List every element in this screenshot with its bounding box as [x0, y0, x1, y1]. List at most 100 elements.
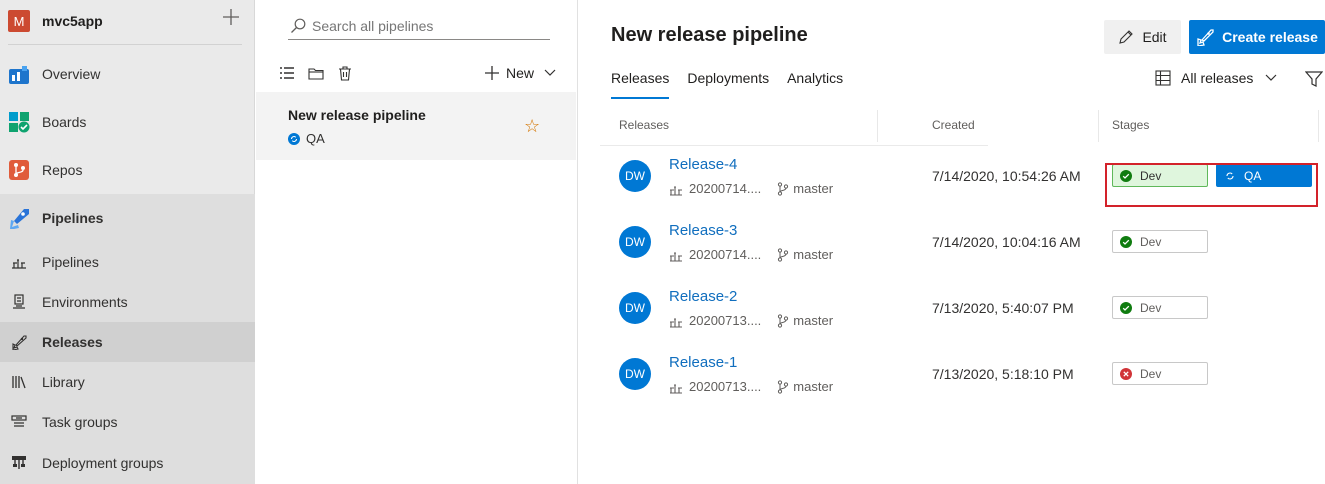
column-header-stages: Stages: [1112, 118, 1150, 132]
stage-badge-dev[interactable]: Dev: [1112, 296, 1208, 319]
nav-item-environments[interactable]: Environments: [0, 282, 255, 322]
nav-label: Deployment groups: [42, 455, 164, 471]
nav-item-task-groups[interactable]: Task groups: [0, 402, 255, 442]
branch-name: master: [793, 379, 834, 394]
nav-item-releases[interactable]: Releases: [0, 322, 255, 362]
list-view-icon[interactable]: [278, 64, 296, 82]
project-name[interactable]: mvc5app: [42, 13, 103, 29]
release-link[interactable]: Release-1: [669, 354, 737, 371]
nav-label: Repos: [42, 162, 83, 178]
filter-icon[interactable]: [1304, 70, 1324, 91]
highlight-box: [1105, 163, 1318, 207]
create-release-button-label: Create release: [1222, 29, 1318, 45]
branch-name: master: [793, 313, 834, 328]
table-row[interactable]: DW Release-2 20200713.... master 7/13/20…: [578, 280, 1325, 346]
release-link[interactable]: Release-2: [669, 288, 737, 305]
search-box[interactable]: [288, 12, 550, 40]
tab-bar: Releases Deployments Analytics: [611, 70, 843, 100]
nav-item-library[interactable]: Library: [0, 362, 255, 402]
branch-info: master: [777, 379, 833, 394]
edit-button-label: Edit: [1142, 29, 1167, 45]
pencil-icon: [1119, 30, 1134, 44]
nav-label: Boards: [42, 114, 87, 130]
stage-name: Dev: [1140, 234, 1162, 249]
tab-analytics[interactable]: Analytics: [787, 70, 843, 100]
nav-item-pipelines[interactable]: Pipelines: [0, 242, 255, 282]
project-header[interactable]: M mvc5app: [0, 0, 255, 44]
nav-item-repos[interactable]: Repos: [0, 150, 255, 190]
stage-badge-dev[interactable]: Dev: [1112, 362, 1208, 385]
stage-badge-dev[interactable]: Dev: [1112, 230, 1208, 253]
nav-item-boards[interactable]: Boards: [0, 102, 255, 142]
nav-label: Overview: [42, 66, 101, 82]
build-icon: [670, 317, 682, 328]
pipeline-name[interactable]: New release pipeline: [288, 107, 426, 123]
release-meta: 20200714.... master: [669, 247, 833, 262]
branch-name: master: [793, 181, 834, 196]
pipeline-stage-name: QA: [306, 131, 325, 146]
tab-deployments[interactable]: Deployments: [687, 70, 769, 100]
column-header-created: Created: [932, 118, 975, 132]
build-icon: [670, 251, 682, 262]
rocket-icon: [1197, 29, 1214, 46]
release-link[interactable]: Release-4: [669, 156, 737, 173]
created-date: 7/13/2020, 5:40:07 PM: [932, 300, 1074, 316]
plus-icon: [485, 66, 499, 80]
new-button[interactable]: New: [484, 62, 556, 84]
divider: [600, 145, 988, 146]
branch-info: master: [777, 181, 833, 196]
plus-icon[interactable]: [220, 8, 242, 30]
nav-label: Releases: [42, 334, 103, 350]
branch-info: master: [777, 313, 833, 328]
nav-item-pipelines-section[interactable]: Pipelines: [0, 194, 255, 242]
branch-icon: [778, 247, 789, 262]
chevron-down-icon: [1265, 74, 1277, 81]
create-release-button[interactable]: Create release: [1189, 20, 1325, 54]
avatar: DW: [619, 358, 651, 390]
release-meta: 20200714.... master: [669, 181, 833, 196]
left-navigation: M mvc5app Overview Boards Repos Pipeline…: [0, 0, 255, 484]
table-row[interactable]: DW Release-3 20200714.... master 7/14/20…: [578, 214, 1325, 280]
folder-icon[interactable]: [307, 64, 325, 82]
created-date: 7/14/2020, 10:04:16 AM: [932, 234, 1081, 250]
nav-label: Pipelines: [42, 210, 104, 226]
table-row[interactable]: DW Release-1 20200713.... master 7/13/20…: [578, 346, 1325, 412]
task-groups-icon: [10, 413, 28, 431]
build-icon: [670, 383, 682, 394]
build-number: 20200714....: [689, 247, 762, 262]
tab-releases[interactable]: Releases: [611, 70, 670, 100]
release-meta: 20200713.... master: [669, 313, 833, 328]
branch-icon: [778, 313, 789, 328]
star-icon[interactable]: ☆: [524, 116, 540, 137]
pipelines-list-panel: New New release pipeline QA ☆: [256, 0, 578, 484]
nav-item-deployment-groups[interactable]: Deployment groups: [0, 442, 255, 484]
failed-icon: [1120, 367, 1132, 380]
trash-icon[interactable]: [336, 64, 354, 82]
avatar: DW: [619, 160, 651, 192]
page-title: New release pipeline: [611, 24, 808, 46]
branch-icon: [778, 181, 789, 196]
column-header-releases: Releases: [619, 118, 670, 132]
search-input[interactable]: [312, 16, 542, 36]
library-icon: [10, 373, 28, 391]
build-number: 20200713....: [689, 313, 762, 328]
deployment-groups-icon: [10, 454, 28, 472]
table-header: Releases Created Stages: [600, 108, 1320, 144]
nav-label: Pipelines: [42, 254, 99, 270]
build-number: 20200714....: [689, 181, 762, 196]
build-icon: [670, 185, 682, 196]
branch-info: master: [777, 247, 833, 262]
column-divider: [1318, 110, 1319, 142]
pipeline-list-item[interactable]: New release pipeline QA ☆: [256, 92, 576, 160]
new-button-label: New: [506, 65, 535, 81]
pipelines-sub-icon: [10, 253, 28, 271]
branch-icon: [778, 379, 789, 394]
edit-button[interactable]: Edit: [1104, 20, 1181, 54]
release-link[interactable]: Release-3: [669, 222, 737, 239]
column-divider: [877, 110, 878, 142]
repos-icon: [8, 159, 30, 181]
all-releases-dropdown[interactable]: All releases: [1155, 70, 1277, 86]
nav-item-overview[interactable]: Overview: [0, 54, 255, 94]
nav-label: Task groups: [42, 414, 118, 430]
pipelines-icon: [8, 207, 30, 229]
